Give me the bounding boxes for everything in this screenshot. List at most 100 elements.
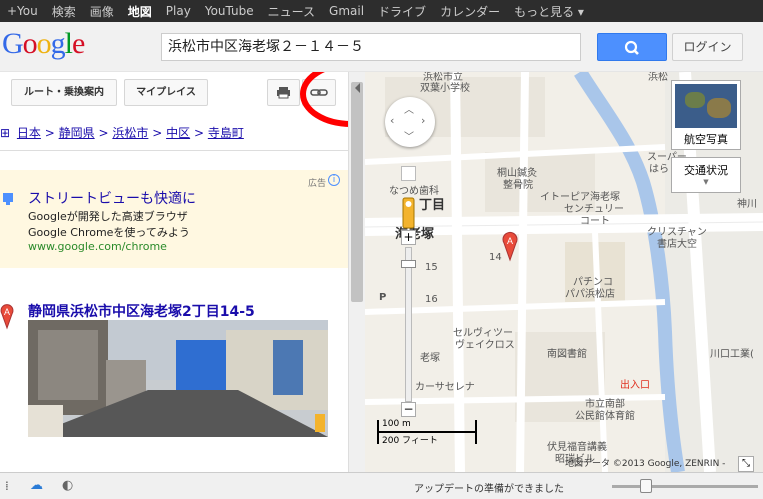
ad-line2: Google Chromeを使ってみよう [28, 226, 190, 239]
breadcrumb: ⊞ 日本 > 静岡県 > 浜松市 > 中区 > 寺島町 [0, 124, 244, 141]
map-marker-label: A [507, 236, 513, 246]
route-button[interactable]: ルート・乗換案内 [11, 79, 117, 106]
ad-line1: Googleが開発した高速ブラウザ [28, 210, 188, 223]
map-label: 出入口 [620, 380, 650, 391]
breadcrumb-item[interactable]: 中区 [166, 126, 190, 140]
map-label: 書店大空 [657, 239, 697, 250]
map-label: 双葉小学校 [420, 83, 470, 94]
result-marker-label: A [4, 307, 10, 317]
collapse-panel-icon[interactable] [352, 82, 362, 94]
zoom-track[interactable] [612, 485, 758, 488]
breadcrumb-separator: > [152, 126, 163, 140]
search-input[interactable]: 浜松市中区海老塚２－１４－５ [161, 33, 581, 61]
map-label: イトーピア海老塚 [540, 192, 620, 203]
breadcrumb-item[interactable]: 日本 [17, 126, 41, 140]
gbar-item-search[interactable]: 検索 [52, 3, 76, 20]
map-copyright: 地図データ ©2013 Google, ZENRIN - [565, 459, 726, 469]
map-label: 16 [425, 294, 438, 305]
header: Google 浜松市中区海老塚２－１４－５ ログイン [0, 22, 763, 72]
zoom-thumb[interactable] [640, 479, 652, 493]
map-marker-icon[interactable]: A [500, 228, 530, 262]
zoom-slider[interactable] [405, 247, 412, 402]
gbar-item-youtube[interactable]: YouTube [205, 4, 254, 18]
search-button[interactable] [597, 33, 667, 61]
map-label: ヴェイクロス [455, 340, 515, 351]
traffic-toggle[interactable]: 交通状況 ▼ [671, 157, 741, 193]
map-label: 整骨院 [503, 180, 533, 191]
ad-block: 広告 i ストリートビューも快適に Googleが開発した高速ブラウザ Goog… [0, 170, 348, 268]
map-label: 神川 [737, 199, 757, 210]
map-label: 市立南部 [585, 399, 625, 410]
chevron-down-icon[interactable]: ﹀ [404, 128, 414, 143]
map-label: はら [649, 164, 669, 175]
login-button[interactable]: ログイン [672, 33, 743, 61]
map-label: P [379, 292, 387, 303]
traffic-label: 交通状況 [684, 164, 728, 177]
gbar-item-more[interactable]: もっと見る ▾ [514, 3, 584, 20]
left-panel: ルート・乗換案内 マイプレイス ⊞ 日本 > 静岡県 > 浜松市 > 中区 > … [0, 72, 365, 472]
gbar-item-news[interactable]: ニュース [268, 3, 315, 20]
result-title[interactable]: 静岡県浜松市中区海老塚2丁目14-5 [28, 301, 255, 321]
map-label: クリスチャン [647, 227, 707, 238]
gbar-item-calendar[interactable]: カレンダー [440, 3, 500, 20]
chevron-up-icon[interactable]: ︿ [404, 101, 414, 116]
ad-label: 広告 [307, 179, 326, 189]
map-label: カーサセレナ [415, 382, 475, 393]
breadcrumb-separator: > [193, 126, 204, 140]
map-label: セルヴィツー [453, 328, 513, 339]
map-label: 老塚 [420, 353, 440, 364]
pegman-icon[interactable] [401, 196, 416, 230]
breadcrumb-separator: > [98, 126, 109, 140]
gbar-item-play[interactable]: Play [166, 4, 191, 18]
grid-icon: ⊞ [0, 126, 11, 140]
scale-feet: 200 フィート [382, 436, 438, 446]
gbar-item-gmail[interactable]: Gmail [329, 4, 364, 18]
scrollbar[interactable] [348, 72, 365, 472]
breadcrumb-item[interactable]: 静岡県 [59, 126, 95, 140]
scrollbar-thumb[interactable] [351, 82, 363, 302]
grip-icon: ⁞ [5, 479, 9, 493]
result-marker-icon[interactable]: A [0, 300, 14, 330]
breadcrumb-item[interactable]: 浜松市 [112, 126, 148, 140]
pan-control[interactable]: ︿ › ﹀ ‹ [385, 97, 435, 147]
map-label: 公民館体育館 [575, 411, 635, 422]
map-label: 川口工業( [710, 349, 754, 360]
status-text: アップデートの準備ができました [414, 484, 564, 495]
gbar-item-drive[interactable]: ドライブ [378, 3, 426, 20]
streetview-photo[interactable] [28, 320, 328, 437]
satellite-toggle[interactable]: 航空写真 [671, 80, 741, 150]
scale-meters: 100 m [382, 419, 411, 429]
search-icon [624, 40, 639, 55]
chevron-left-icon[interactable]: ‹ [390, 114, 394, 127]
satellite-thumbnail [675, 84, 737, 128]
map-label: 丁目 [419, 198, 446, 213]
map-label: 伏見福音講義 [547, 442, 607, 453]
map-label: 浜松 [648, 72, 668, 83]
breadcrumb-separator: > [44, 126, 55, 140]
expand-icon[interactable]: ⤡ [738, 456, 754, 472]
gbar-item-you[interactable]: +You [7, 4, 38, 18]
gbar-item-maps[interactable]: 地図 [128, 3, 152, 20]
google-logo[interactable]: Google [2, 27, 85, 61]
chevron-right-icon[interactable]: › [421, 114, 425, 127]
print-icon [277, 87, 290, 99]
status-bar: ⁞ ☁ ◐ アップデートの準備ができました [0, 472, 763, 499]
ad-title[interactable]: ストリートビューも快適に [28, 188, 196, 208]
map-label: パパ浜松店 [565, 289, 615, 300]
map-canvas[interactable]: 浜松市立 双葉小学校 浜松 桐山鍼灸 整骨院 イトーピア海老塚 センチュリー コ… [365, 72, 763, 472]
gbar-item-images[interactable]: 画像 [90, 3, 114, 20]
info-icon[interactable]: i [328, 174, 340, 186]
cloud-icon[interactable]: ☁ [30, 478, 43, 493]
ad-url[interactable]: www.google.com/chrome [28, 240, 167, 253]
map-label: センチュリー [564, 204, 624, 215]
myplaces-button[interactable]: マイプレイス [124, 79, 208, 106]
zoom-out-button[interactable]: − [401, 402, 416, 417]
zoom-in-button[interactable]: + [401, 230, 416, 245]
zoom-slider-handle[interactable] [401, 260, 416, 268]
map-label: コート [580, 216, 610, 227]
street-view-icon[interactable] [401, 166, 416, 181]
map-label: 15 [425, 262, 438, 273]
scale-bar: 100 m 200 フィート [377, 419, 477, 446]
breadcrumb-item[interactable]: 寺島町 [208, 126, 244, 140]
gauge-icon[interactable]: ◐ [62, 478, 73, 493]
